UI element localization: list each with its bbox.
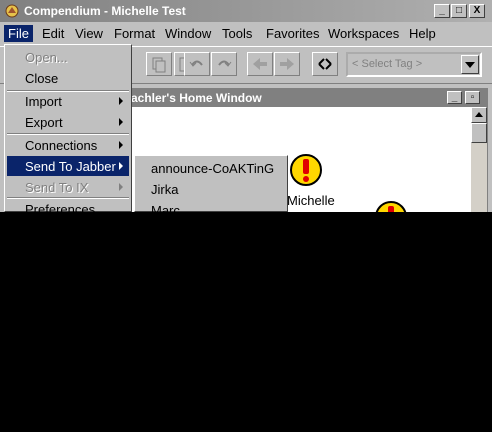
- window-title: Compendium - Michelle Test: [24, 4, 186, 18]
- menu-edit[interactable]: Edit: [38, 25, 68, 42]
- jabber-contact-marc[interactable]: Marc: [151, 203, 180, 212]
- align-right-button[interactable]: [274, 52, 300, 76]
- home-minimize-button[interactable]: _: [447, 91, 462, 104]
- redo-icon: [218, 60, 232, 67]
- submenu-arrow-icon: [119, 141, 123, 149]
- arrow-up-icon: [475, 112, 483, 117]
- compendium-app-icon: [5, 4, 19, 18]
- menu-item-close[interactable]: Close: [7, 68, 129, 88]
- menu-help[interactable]: Help: [405, 25, 440, 42]
- alert-node-icon-2[interactable]: [374, 200, 408, 212]
- menu-tools[interactable]: Tools: [218, 25, 256, 42]
- jabber-submenu: announce-CoAKTinG Jirka Marc: [134, 155, 288, 212]
- jabber-contact-announce[interactable]: announce-CoAKTinG: [151, 161, 274, 176]
- home-window-title: achler's Home Window: [131, 91, 262, 105]
- menu-workspaces[interactable]: Workspaces: [324, 25, 403, 42]
- redo-button[interactable]: [211, 52, 237, 76]
- tag-select[interactable]: < Select Tag >: [346, 52, 482, 77]
- scroll-up-button[interactable]: [471, 107, 487, 123]
- tag-select-value: < Select Tag >: [352, 58, 423, 70]
- submenu-arrow-icon: [119, 183, 123, 191]
- menu-item-open[interactable]: Open...: [7, 47, 129, 67]
- menu-window[interactable]: Window: [161, 25, 215, 42]
- copy-button[interactable]: [146, 52, 172, 76]
- arrow-left-icon: [253, 58, 267, 70]
- jabber-contact-jirka[interactable]: Jirka: [151, 182, 178, 197]
- menu-item-import[interactable]: Import: [7, 91, 129, 111]
- menu-item-preferences[interactable]: Preferences...: [7, 199, 129, 212]
- node-label[interactable]: Michelle: [287, 193, 335, 208]
- copy-icon: [152, 57, 166, 73]
- vertical-scrollbar[interactable]: [471, 107, 487, 212]
- submenu-arrow-icon: [119, 118, 123, 126]
- home-restore-button[interactable]: ▫: [465, 91, 480, 104]
- title-bar[interactable]: Compendium - Michelle Test _ □ X: [0, 0, 492, 22]
- scroll-thumb[interactable]: [471, 123, 487, 143]
- submenu-arrow-icon: [119, 162, 123, 170]
- chevron-down-icon: [465, 62, 475, 68]
- tag-select-dropdown-button[interactable]: [461, 55, 479, 74]
- menu-item-send-to-ix[interactable]: Send To IX: [7, 177, 129, 197]
- main-window: Compendium - Michelle Test _ □ X File Ed…: [0, 0, 492, 212]
- home-window-title-bar[interactable]: achler's Home Window _ ▫: [125, 89, 487, 107]
- diamond-icon: [318, 58, 332, 70]
- undo-button[interactable]: [184, 52, 210, 76]
- menu-favorites[interactable]: Favorites: [262, 25, 323, 42]
- menu-item-send-to-jabber[interactable]: Send To Jabber: [7, 156, 129, 176]
- close-button[interactable]: X: [469, 4, 485, 18]
- menu-item-connections[interactable]: Connections: [7, 135, 129, 155]
- submenu-arrow-icon: [119, 97, 123, 105]
- align-left-button[interactable]: [247, 52, 273, 76]
- minimize-button[interactable]: _: [434, 4, 450, 18]
- arrow-right-icon: [280, 58, 294, 70]
- maximize-button[interactable]: □: [451, 4, 467, 18]
- alert-node-icon[interactable]: [289, 153, 323, 187]
- menu-bar: File Edit View Format Window Tools Favor…: [0, 22, 492, 44]
- menu-view[interactable]: View: [71, 25, 107, 42]
- menu-format[interactable]: Format: [110, 25, 159, 42]
- diamond-button[interactable]: [312, 52, 338, 76]
- file-menu-dropdown: Open... Close Import Export Connections …: [4, 44, 132, 212]
- menu-file[interactable]: File: [4, 25, 33, 42]
- menu-item-export[interactable]: Export: [7, 112, 129, 132]
- undo-icon: [189, 60, 203, 67]
